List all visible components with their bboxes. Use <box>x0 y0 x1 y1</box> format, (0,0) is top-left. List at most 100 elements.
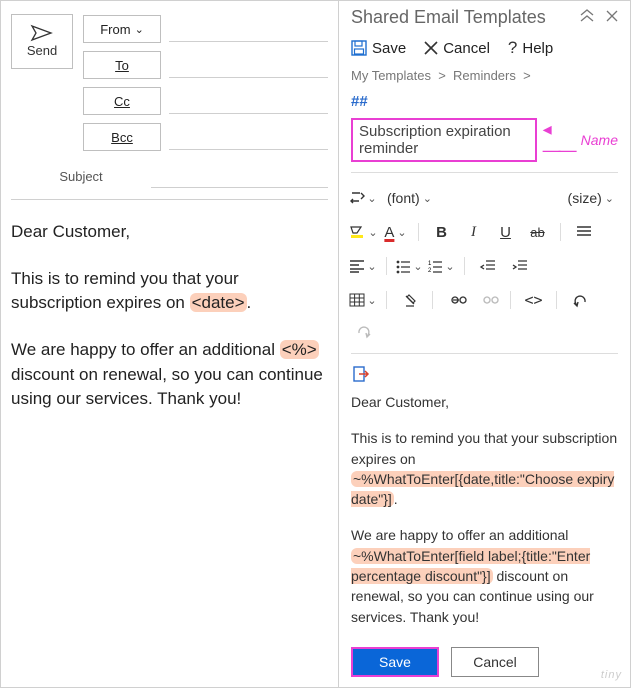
send-icon <box>31 25 53 41</box>
to-label: To <box>115 58 129 73</box>
chevron-down-icon: ⌄ <box>135 23 144 36</box>
compose-greeting: Dear Customer, <box>11 220 328 245</box>
underline-button[interactable]: U <box>493 220 518 244</box>
table-icon <box>350 294 364 306</box>
from-input[interactable] <box>169 16 328 42</box>
templates-pane: Shared Email Templates Save <box>339 1 630 687</box>
window-controls <box>580 10 618 25</box>
bcc-label: Bcc <box>111 130 133 145</box>
outdent-button[interactable] <box>475 254 500 278</box>
from-button[interactable]: From ⌄ <box>83 15 161 43</box>
bcc-button[interactable]: Bcc <box>83 123 161 151</box>
table-button[interactable] <box>351 288 376 312</box>
code-button[interactable]: <> <box>521 288 546 312</box>
editor-body[interactable]: Dear Customer, This is to remind you tha… <box>351 392 618 639</box>
redo-button[interactable] <box>351 319 376 343</box>
help-icon: ? <box>508 38 517 58</box>
svg-text:2: 2 <box>428 268 432 274</box>
exit-icon <box>353 366 369 382</box>
redo-icon <box>357 325 371 337</box>
editor-toolbar: (font) (size) A B I U ab <box>351 172 618 392</box>
bold-button[interactable]: B <box>429 220 454 244</box>
svg-text:1: 1 <box>428 261 432 267</box>
align-button[interactable] <box>571 220 596 244</box>
italic-button[interactable]: I <box>461 220 486 244</box>
indent-button[interactable] <box>507 254 532 278</box>
number-list-icon: 12 <box>428 260 442 272</box>
cancel-button[interactable]: Cancel <box>451 647 539 677</box>
editor-paragraph-2: This is to remind you that your subscrip… <box>351 428 618 509</box>
subject-row: Subject <box>11 159 328 193</box>
breadcrumb-folder[interactable]: Reminders <box>453 68 516 83</box>
exit-row <box>351 358 618 392</box>
to-button[interactable]: To <box>83 51 161 79</box>
pane-title: Shared Email Templates <box>351 7 546 28</box>
recipient-fields: From ⌄ To Cc <box>83 11 328 155</box>
watermark: tiny <box>601 669 622 681</box>
hash-marker: ## <box>351 93 618 118</box>
font-size-select[interactable]: (size) <box>564 186 618 210</box>
font-color-icon: A <box>384 224 394 241</box>
align-icon <box>577 226 591 238</box>
outdent-icon <box>481 260 495 272</box>
save-button[interactable]: Save <box>351 647 439 677</box>
subject-input[interactable] <box>151 164 328 188</box>
pane-footer: Save Cancel <box>351 639 618 677</box>
annotation-arrow-icon: ◂—— <box>543 119 575 161</box>
send-label: Send <box>27 43 57 58</box>
breadcrumb: My Templates > Reminders > <box>351 66 618 93</box>
compose-header: Send From ⌄ To C <box>11 11 328 155</box>
from-label: From <box>100 22 130 37</box>
cancel-x-icon <box>424 41 438 55</box>
exit-editor-button[interactable] <box>351 364 371 384</box>
compose-pane: Send From ⌄ To C <box>1 1 339 687</box>
align-left-button[interactable] <box>351 254 376 278</box>
font-family-select[interactable]: (font) <box>383 186 436 210</box>
percent-placeholder: <%> <box>280 340 319 359</box>
editor-date-macro: ~%WhatToEnter[{date,title:"Choose expiry… <box>351 471 614 507</box>
clear-format-button[interactable] <box>397 288 422 312</box>
bullet-list-button[interactable] <box>397 254 422 278</box>
subject-label: Subject <box>11 169 151 184</box>
template-name-row: Subscription expiration reminder ◂—— Nam… <box>351 118 618 172</box>
pane-toolbar: Save Cancel ? Help <box>351 34 618 66</box>
cc-button[interactable]: Cc <box>83 87 161 115</box>
align-left-icon <box>350 260 364 272</box>
template-name-input[interactable]: Subscription expiration reminder <box>351 118 537 162</box>
undo-button[interactable] <box>567 288 592 312</box>
send-button[interactable]: Send <box>11 14 73 69</box>
toolbar-save[interactable]: Save <box>351 40 406 57</box>
bcc-input[interactable] <box>169 124 328 150</box>
to-input[interactable] <box>169 52 328 78</box>
code-icon: <> <box>524 291 542 309</box>
breadcrumb-root[interactable]: My Templates <box>351 68 431 83</box>
cc-input[interactable] <box>169 88 328 114</box>
toolbar-cancel[interactable]: Cancel <box>424 40 490 57</box>
link-button[interactable] <box>443 288 468 312</box>
link-icon <box>448 294 464 306</box>
close-icon[interactable] <box>606 10 618 25</box>
highlight-icon <box>349 225 365 239</box>
editor-greeting: Dear Customer, <box>351 392 618 412</box>
clear-format-icon <box>403 293 417 307</box>
save-disk-icon <box>351 40 367 56</box>
indent-icon <box>513 260 527 272</box>
text-direction-button[interactable] <box>351 186 376 210</box>
popout-icon[interactable] <box>580 10 594 25</box>
unlink-button[interactable] <box>475 288 500 312</box>
editor-paragraph-3: We are happy to offer an additional ~%Wh… <box>351 525 618 626</box>
number-list-button[interactable]: 12 <box>429 254 454 278</box>
date-placeholder: <date> <box>190 293 247 312</box>
undo-icon <box>573 294 587 306</box>
strikethrough-button[interactable]: ab <box>525 220 550 244</box>
compose-body[interactable]: Dear Customer, This is to remind you tha… <box>11 199 328 412</box>
compose-paragraph-2: This is to remind you that your subscrip… <box>11 267 328 316</box>
highlight-button[interactable] <box>351 220 376 244</box>
bullet-list-icon <box>396 260 410 272</box>
text-direction-icon <box>350 191 364 205</box>
toolbar-help[interactable]: ? Help <box>508 38 553 58</box>
annotation-label: Name <box>581 132 618 148</box>
app-root: Send From ⌄ To C <box>1 1 630 687</box>
cc-label: Cc <box>114 94 130 109</box>
font-color-button[interactable]: A <box>383 220 408 244</box>
